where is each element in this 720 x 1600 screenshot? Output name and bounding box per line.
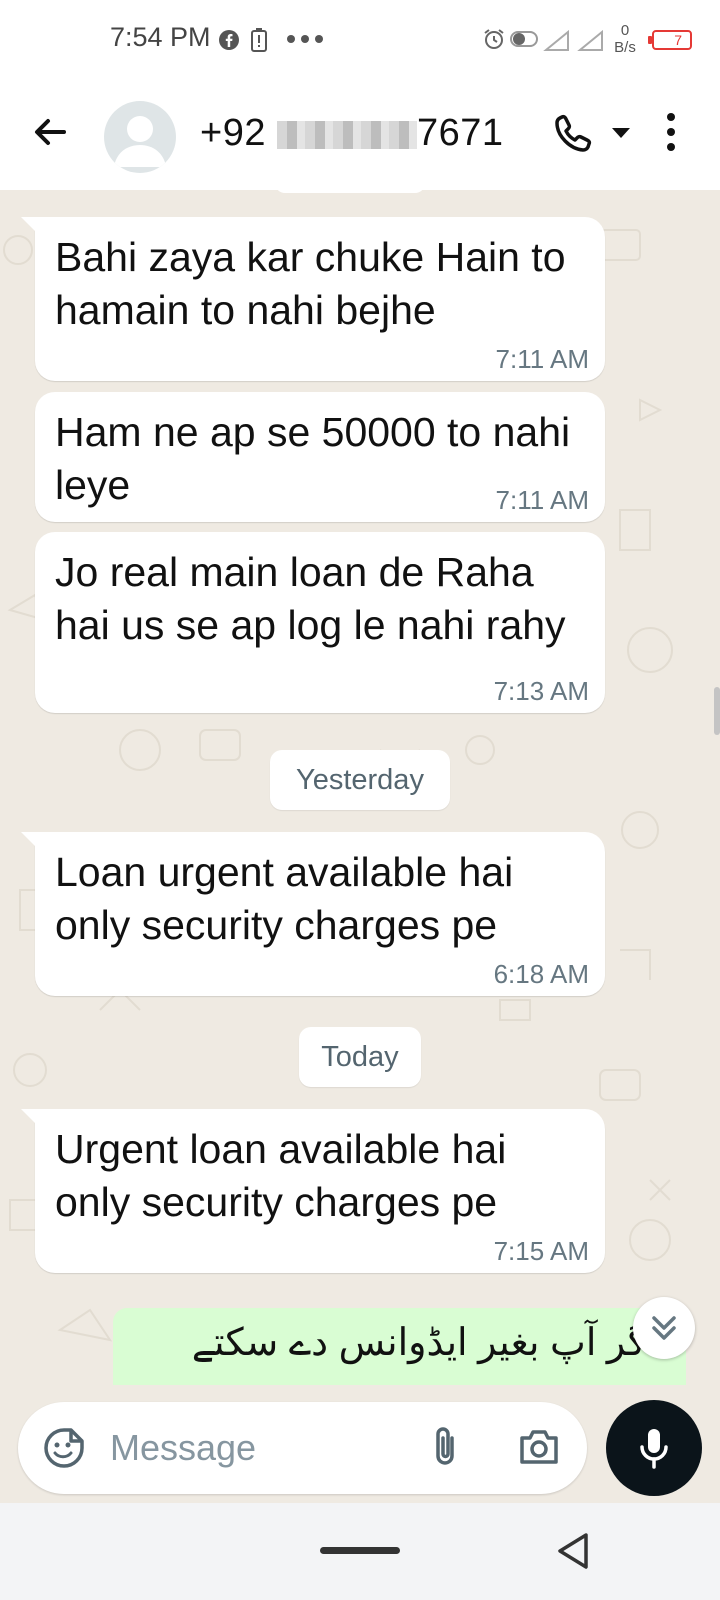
status-time: 7:54 PM xyxy=(110,22,211,52)
message-text: Urgent loan available hai only security … xyxy=(55,1126,507,1225)
toggle-icon xyxy=(510,31,538,47)
net-speed-value: 0 xyxy=(620,22,630,39)
message-text: Bahi zaya kar chuke Hain to hamain to na… xyxy=(55,234,566,333)
contact-suffix: 7671 xyxy=(417,112,504,154)
message-bubble-1[interactable]: Bahi zaya kar chuke Hain to hamain to na… xyxy=(21,217,605,381)
contact-name[interactable]: +92 7671 xyxy=(200,112,504,155)
sticker-emoji-icon[interactable] xyxy=(42,1426,86,1470)
home-gesture-bar[interactable] xyxy=(320,1547,400,1554)
message-bubble-2[interactable]: Ham ne ap se 50000 to nahi leye 7:11 AM xyxy=(35,392,605,522)
outgoing-message-bubble[interactable]: گر آپ بغیر ایڈوانس دے سکتے xyxy=(113,1308,686,1385)
message-time: 7:11 AM xyxy=(495,485,589,515)
date-divider-yesterday: Yesterday xyxy=(270,750,450,810)
back-arrow-icon[interactable] xyxy=(28,110,72,154)
chat-area[interactable]: Bahi zaya kar chuke Hain to hamain to na… xyxy=(0,190,720,1385)
message-text: Jo real main loan de Raha hai us se ap l… xyxy=(55,549,566,648)
battery-level: 7 xyxy=(674,32,682,48)
phone-icon[interactable] xyxy=(552,112,594,154)
message-composer xyxy=(18,1402,587,1494)
battery-saver-icon xyxy=(251,28,267,52)
message-input[interactable] xyxy=(110,1418,370,1478)
avatar[interactable] xyxy=(104,101,176,173)
more-vert-icon[interactable] xyxy=(664,112,678,152)
signal-2-icon xyxy=(577,30,603,51)
net-speed: 0 B/s xyxy=(610,22,640,56)
message-time: 7:13 AM xyxy=(493,676,589,706)
dropdown-icon[interactable] xyxy=(612,128,630,138)
message-bubble-5[interactable]: Urgent loan available hai only security … xyxy=(21,1109,605,1273)
message-bubble-4[interactable]: Loan urgent available hai only security … xyxy=(21,832,605,996)
message-time: 7:11 AM xyxy=(495,344,589,374)
system-nav-bar xyxy=(0,1503,720,1600)
microphone-icon xyxy=(640,1429,668,1469)
dots-icon xyxy=(287,35,323,43)
partial-date-pill xyxy=(275,190,425,193)
nav-back-triangle-icon[interactable] xyxy=(555,1531,591,1571)
fast-scroll-handle[interactable] xyxy=(714,687,720,735)
message-time: 6:18 AM xyxy=(493,959,589,989)
scroll-to-bottom-button[interactable] xyxy=(633,1297,695,1359)
net-speed-unit: B/s xyxy=(614,39,636,56)
message-time: 7:15 AM xyxy=(493,1236,589,1266)
message-bubble-3[interactable]: Jo real main loan de Raha hai us se ap l… xyxy=(35,532,605,713)
voice-record-button[interactable] xyxy=(606,1400,702,1496)
chat-header: +92 7671 xyxy=(0,80,720,190)
battery-icon: 7 xyxy=(648,30,694,50)
contact-prefix: +92 xyxy=(200,112,266,154)
camera-icon[interactable] xyxy=(518,1426,560,1466)
paperclip-icon[interactable] xyxy=(430,1424,460,1470)
signal-1-icon xyxy=(543,30,569,51)
avatar-icon xyxy=(114,116,166,167)
message-text: Loan urgent available hai only security … xyxy=(55,849,514,948)
status-bar: 7:54 PM 0 B/s 7 xyxy=(0,0,720,80)
alarm-icon xyxy=(484,29,504,49)
outgoing-message-text: گر آپ بغیر ایڈوانس دے سکتے xyxy=(191,1322,646,1364)
facebook-icon xyxy=(219,30,239,50)
double-chevron-down-icon xyxy=(652,1316,676,1340)
redacted-number xyxy=(277,120,418,149)
date-divider-today: Today xyxy=(299,1027,421,1087)
